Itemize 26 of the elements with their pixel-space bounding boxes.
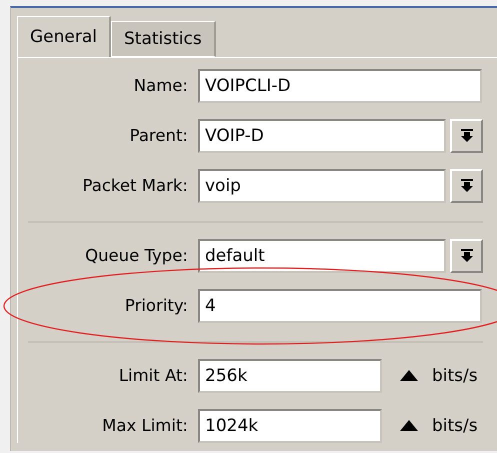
- text-field[interactable]: 4: [198, 288, 482, 322]
- field-label: Priority:: [124, 296, 188, 315]
- select-field[interactable]: voip: [198, 168, 446, 202]
- select-field[interactable]: VOIP-D: [198, 118, 446, 152]
- field-label: Max Limit:: [101, 416, 188, 435]
- field-label: Limit At:: [118, 366, 188, 385]
- dropdown-button[interactable]: [450, 168, 483, 202]
- text-field[interactable]: VOIPCLI-D: [198, 68, 482, 102]
- tab[interactable]: Statistics: [111, 21, 216, 57]
- dropdown-arrow-icon: [460, 178, 474, 192]
- up-triangle-icon[interactable]: [400, 420, 418, 431]
- select-field[interactable]: default: [198, 238, 446, 272]
- text-field[interactable]: 1024k: [198, 408, 382, 442]
- field-label: Queue Type:: [84, 246, 188, 265]
- dropdown-arrow-icon: [460, 248, 474, 262]
- dropdown-button[interactable]: [450, 118, 483, 152]
- text-field[interactable]: 256k: [198, 358, 382, 392]
- up-triangle-icon[interactable]: [400, 370, 418, 381]
- field-label: Packet Mark:: [82, 176, 188, 195]
- dropdown-arrow-icon: [460, 128, 474, 142]
- field-label: Parent:: [128, 126, 188, 145]
- tab[interactable]: General: [17, 16, 111, 57]
- unit-label: bits/s: [432, 416, 478, 436]
- unit-label: bits/s: [432, 366, 478, 386]
- field-label: Name:: [132, 76, 188, 95]
- dropdown-button[interactable]: [450, 238, 483, 272]
